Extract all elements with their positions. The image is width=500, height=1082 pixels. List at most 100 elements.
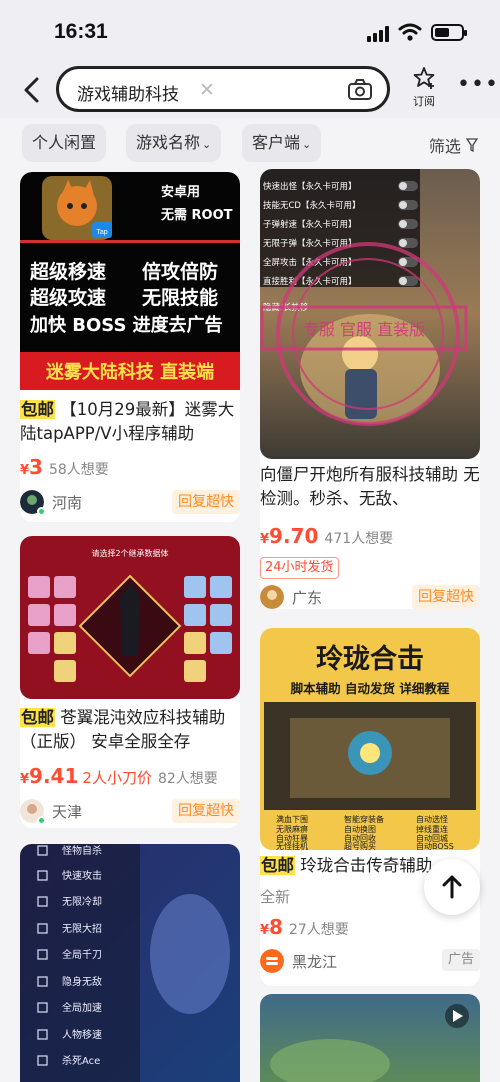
price: 9.70 (269, 524, 319, 548)
menu-item: 怪物自杀 (62, 844, 102, 857)
battery-icon (431, 24, 467, 41)
search-query-text: 游戏辅助科技 (77, 85, 179, 105)
price: 9.41 (29, 764, 79, 788)
seller-location: 天津 (52, 803, 83, 821)
bargain-price-label: 2人小刀价 (82, 769, 152, 787)
avatar (260, 585, 284, 609)
avatar (260, 949, 284, 973)
filter-chip-client[interactable]: 客户端 ⌄ (242, 124, 322, 162)
clear-icon[interactable]: ✕ (197, 80, 217, 100)
seller-location: 广东 (292, 589, 323, 607)
ad-badge: 广告 (441, 949, 480, 971)
listing-card-5[interactable]: 怪物自杀 快速攻击 无限冷却 无限大招 全局千刀 隐身无敌 全局加速 人物移速 … (20, 844, 240, 1082)
banner-text: 倍攻倍防 (142, 260, 218, 283)
banner-text: 超级移速 (29, 260, 106, 283)
listing-title: 包邮 【10月29最新】迷雾大陆tapAPP/V小程序辅助 (20, 398, 240, 446)
seller-row: 河南 回复超快 (20, 490, 240, 518)
want-count: 82人想要 (157, 771, 218, 787)
listing-card-3[interactable]: 请选择2个继承数据体 包邮 苍翼混沌效应科技辅助（正版） 安卓全服全存 ¥9.4… (20, 536, 240, 828)
filter-chip-game-name[interactable]: 游戏名称 ⌄ (126, 124, 222, 162)
price-row: ¥9.41 2人小刀价 82人想要 (20, 764, 218, 788)
banner-text: 无需 ROOT (160, 208, 233, 223)
camera-icon[interactable] (347, 78, 373, 102)
listing-image-1: Tap 安卓用 无需 ROOT 超级移速 倍攻倍防 超级攻速 无限技能 加快 B… (20, 172, 240, 390)
free-shipping-badge: 包邮 (20, 400, 55, 419)
price: 8 (269, 915, 283, 939)
free-shipping-badge: 包邮 (20, 708, 55, 727)
feature-item: 满血下围 (276, 814, 308, 824)
menu-item: 技能无CD【永久卡可用】 (263, 200, 360, 211)
subscribe-button[interactable]: 订阅 (408, 66, 440, 109)
price-row: ¥8 27人想要 (260, 915, 349, 939)
arrow-up-icon (442, 875, 462, 899)
price-row: ¥9.70 471人想要 (260, 524, 393, 548)
listing-image-3: 请选择2个继承数据体 (20, 536, 240, 699)
feature-item: 无怪挂机 (276, 841, 308, 850)
price-row: ¥3 58人想要 (20, 455, 109, 479)
condition-label: 全新 (260, 888, 291, 906)
banner-subtitle: 脚本辅助 自动发货 详细教程 (291, 681, 450, 696)
listing-card-6[interactable] (260, 994, 480, 1082)
listing-title: 向僵尸开炮所有服科技辅助 无检测。秒杀、无敌、 (260, 463, 480, 511)
banner-text: 加快 BOSS 进度去广告 (29, 314, 223, 336)
watermark-stamp: 专服 官服 直装版 (303, 320, 425, 339)
listing-card-4[interactable]: 玲珑合击 脚本辅助 自动发货 详细教程 满血下围 无限麻痹 自动狂暴 无怪挂机 … (260, 628, 480, 986)
currency-symbol: ¥ (260, 923, 270, 938)
seller-location: 黑龙江 (292, 953, 338, 971)
listing-image-5: 怪物自杀 快速攻击 无限冷却 无限大招 全局千刀 隐身无敌 全局加速 人物移速 … (20, 844, 240, 1082)
banner-text: 迷雾大陆科技 直装端 (45, 361, 214, 383)
listing-image-2: 快速出怪【永久卡可用】 技能无CD【永久卡可用】 子弹射速【永久卡可用】 无限子… (260, 169, 480, 459)
banner-text: 无限技能 (142, 286, 218, 309)
feature-item: 超号购买 (344, 841, 376, 850)
feature-item: 无限麻痹 (276, 824, 308, 834)
feature-item: 自动BOSS (416, 841, 454, 850)
currency-symbol: ¥ (260, 532, 270, 547)
menu-item: 全局千刀 (62, 948, 102, 961)
menu-item: 无限大招 (62, 922, 102, 935)
app-icon-label: Tap (96, 229, 107, 236)
screen-filter-button[interactable]: 筛选 (429, 133, 479, 157)
menu-item: 快速出怪【永久卡可用】 (263, 181, 357, 192)
want-count: 58人想要 (48, 462, 109, 478)
chevron-down-icon: ⌄ (202, 138, 212, 151)
shipping-tag: 24小时发货 (260, 557, 339, 579)
seller-location: 河南 (52, 494, 83, 512)
menu-item: 子弹射速【永久卡可用】 (263, 219, 357, 230)
seller-row: 广东 回复超快 (260, 585, 480, 609)
star-plus-icon (413, 67, 435, 89)
menu-item: 杀死Ace (62, 1054, 100, 1067)
currency-symbol: ¥ (20, 463, 30, 478)
status-time: 16:31 (54, 20, 108, 43)
back-arrow-icon[interactable] (20, 76, 44, 104)
seller-row: 黑龙江 广告 (260, 949, 480, 977)
online-dot (37, 507, 46, 516)
feature-item: 掉线重连 (416, 824, 448, 834)
search-input[interactable]: 游戏辅助科技 ✕ (56, 66, 390, 112)
scroll-to-top-button[interactable] (424, 859, 480, 915)
price: 3 (29, 455, 43, 479)
more-options-icon[interactable]: ••• (457, 74, 499, 96)
online-dot (37, 816, 46, 825)
banner-title: 玲珑合击 (316, 643, 424, 675)
listing-card-2[interactable]: 快速出怪【永久卡可用】 技能无CD【永久卡可用】 子弹射速【永久卡可用】 无限子… (260, 169, 480, 609)
want-count: 471人想要 (324, 531, 394, 547)
banner-text: 安卓用 (161, 184, 200, 200)
listing-card-1[interactable]: Tap 安卓用 无需 ROOT 超级移速 倍攻倍防 超级攻速 无限技能 加快 B… (20, 172, 240, 522)
want-count: 27人想要 (288, 922, 349, 938)
cellular-signal-icon (367, 26, 389, 42)
menu-item: 全局加速 (62, 1001, 102, 1014)
menu-item: 快速攻击 (62, 869, 102, 882)
status-bar: 16:31 (0, 0, 500, 62)
fast-reply-badge: 回复超快 (172, 490, 240, 514)
currency-symbol: ¥ (20, 772, 30, 787)
filter-chip-personal[interactable]: 个人闲置 (22, 124, 107, 162)
chevron-down-icon: ⌄ (302, 138, 312, 151)
listing-image-4: 玲珑合击 脚本辅助 自动发货 详细教程 满血下围 无限麻痹 自动狂暴 无怪挂机 … (260, 628, 480, 850)
banner-text: 超级攻速 (29, 286, 106, 309)
feature-item: 自动换图 (344, 824, 376, 834)
search-header: 游戏辅助科技 ✕ 订阅 ••• (0, 62, 500, 118)
menu-item: 隐身无敌 (62, 975, 102, 988)
wifi-icon (398, 23, 422, 41)
fast-reply-badge: 回复超快 (412, 585, 480, 609)
banner-text: 请选择2个继承数据体 (91, 548, 168, 558)
